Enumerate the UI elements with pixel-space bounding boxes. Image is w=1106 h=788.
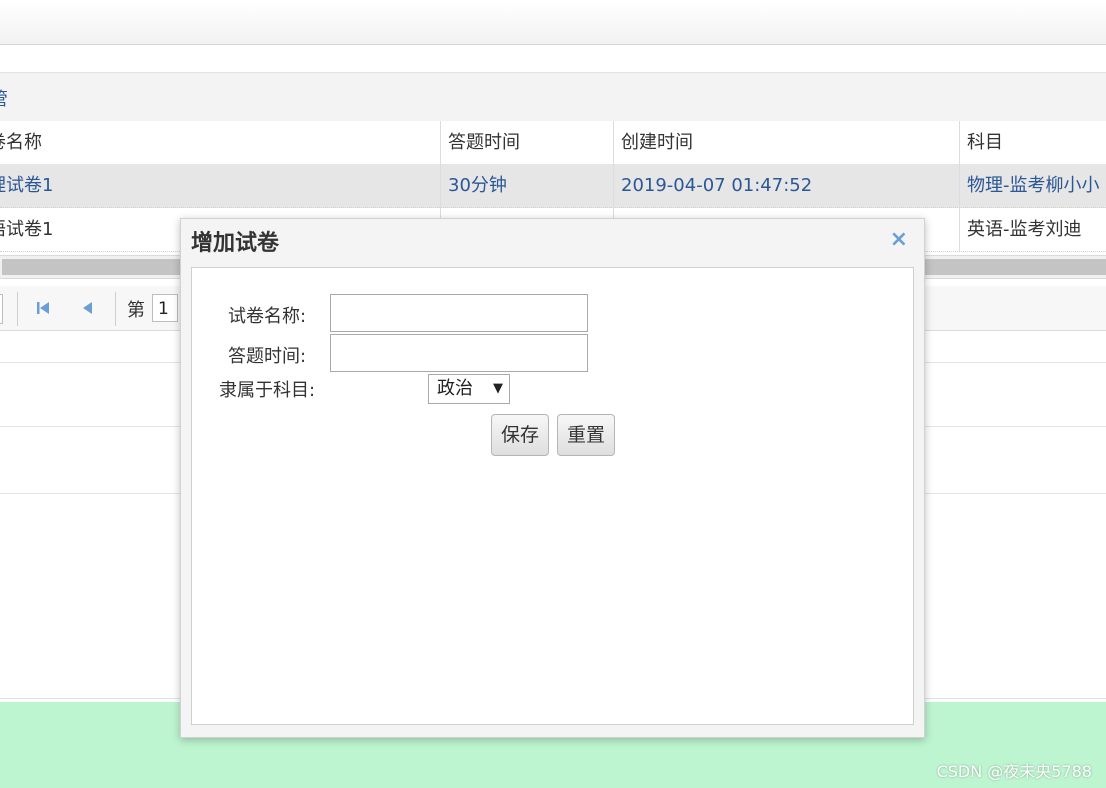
dialog-body: 试卷名称: 答题时间: 隶属于科目: 政治 ▼ 保存 重置: [191, 267, 914, 725]
dropdown-arrow-icon: ▼: [493, 381, 503, 396]
page: 管 卷名称 答题时间 创建时间 科目 理试卷1 30分钟 2019-04-07 …: [0, 0, 1106, 788]
cell-duration: 30分钟: [448, 175, 507, 196]
page-size-select[interactable]: [0, 294, 3, 324]
cell-created: 2019-04-07 01:47:52: [621, 175, 813, 196]
column-header-created[interactable]: 创建时间: [621, 121, 951, 164]
duration-label: 答题时间:: [228, 346, 307, 367]
cell-subject: 物理-监考柳小小: [967, 175, 1100, 196]
watermark: CSDN @夜未央5788: [936, 762, 1092, 781]
cell-name: 理试卷1: [0, 175, 54, 196]
table-row[interactable]: 理试卷1 30分钟 2019-04-07 01:47:52 物理-监考柳小小: [0, 164, 1106, 208]
panel-header: 管: [0, 72, 1106, 122]
paper-name-input[interactable]: [330, 294, 588, 332]
add-paper-dialog: 增加试卷 × 试卷名称: 答题时间: 隶属于科目: 政治 ▼ 保存 重置: [180, 218, 925, 738]
paper-name-label: 试卷名称:: [228, 306, 307, 327]
duration-input[interactable]: [330, 334, 588, 372]
prev-page-icon[interactable]: [78, 298, 98, 318]
page-label: 第: [127, 300, 145, 321]
subject-selected-value: 政治: [437, 378, 473, 399]
grid-header-row: 卷名称 答题时间 创建时间 科目: [0, 121, 1106, 165]
top-bar: [0, 0, 1106, 45]
column-header-duration[interactable]: 答题时间: [448, 121, 606, 164]
reset-button[interactable]: 重置: [557, 414, 615, 456]
page-number-input[interactable]: 1: [152, 294, 178, 322]
subject-select[interactable]: 政治 ▼: [428, 374, 510, 404]
pager-separator: [115, 292, 116, 326]
save-button[interactable]: 保存: [491, 414, 549, 456]
cell-subject: 英语-监考刘迪: [967, 219, 1082, 240]
panel-title: 管: [0, 85, 8, 111]
close-icon[interactable]: ×: [890, 229, 908, 251]
first-page-icon[interactable]: [33, 298, 53, 318]
subject-label: 隶属于科目:: [219, 380, 316, 401]
column-header-subject[interactable]: 科目: [967, 121, 1106, 164]
pager-separator: [17, 292, 18, 326]
column-header-name[interactable]: 卷名称: [0, 121, 440, 164]
column-divider: [959, 121, 960, 251]
dialog-title: 增加试卷: [191, 231, 280, 256]
